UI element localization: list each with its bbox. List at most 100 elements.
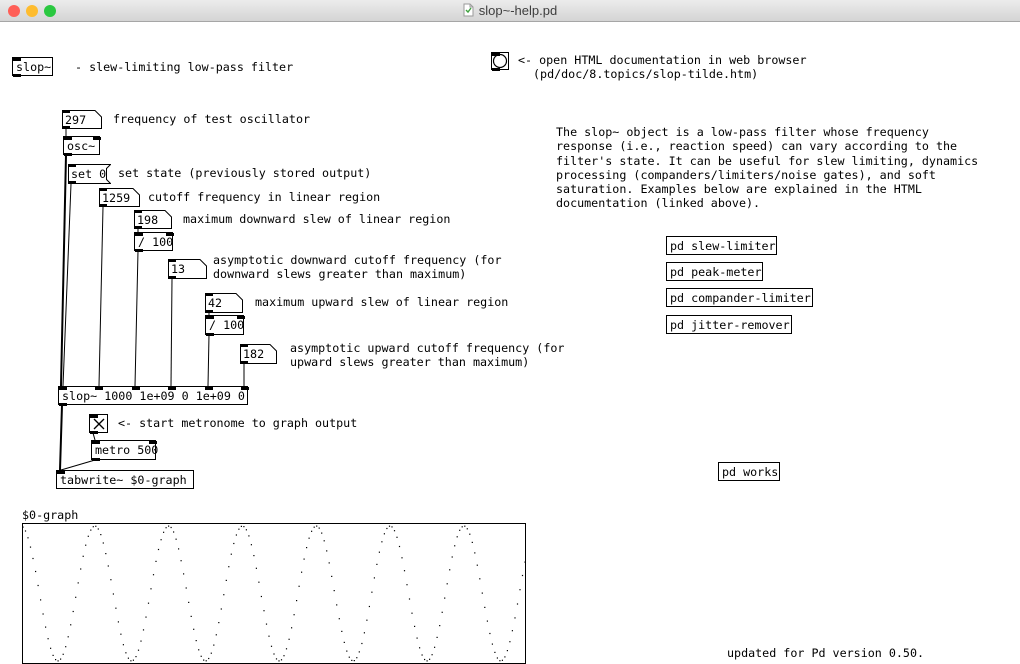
pd-patch-window: slop~-help.pd slop~ 297 osc~ set 0 1259 198 / … [0,0,1020,664]
up-asymptotic-comment: asymptotic upward cutoff frequency (foru… [290,341,564,370]
inlet-nub[interactable] [205,387,213,390]
down-asymptotic-comment: asymptotic downward cutoff frequency (fo… [213,253,502,282]
outlet-nub[interactable] [64,153,72,156]
comment-line: (pd/doc/8.topics/slop-tilde.htm) [533,67,758,81]
max-downward-slew-number-box[interactable]: 198 [134,210,172,229]
inlet-nub[interactable] [168,387,176,390]
inlet-nub[interactable] [134,210,142,213]
outlet-nub[interactable] [135,249,143,252]
outlet-nub[interactable] [13,74,21,77]
cutoff-frequency-number-box[interactable]: 1259 [99,188,140,207]
comment-line: cutoff frequency in linear region [148,190,380,204]
comment-line: set state (previously stored output) [118,166,371,180]
inlet-nub[interactable] [166,233,174,236]
box-label: 182 [243,347,264,361]
tabwrite-object[interactable]: tabwrite~ $0-graph [56,470,194,489]
inlet-nub[interactable] [13,58,21,61]
box-label: pd peak-meter [670,265,761,279]
pd-peak-meter-object[interactable]: pd peak-meter [666,262,763,281]
outlet-nub[interactable] [206,333,214,336]
inlet-nub[interactable] [99,188,107,191]
inlet-nub[interactable] [135,233,143,236]
box-label: slop~ 1000 1e+09 0 1e+09 0 [62,389,245,403]
down-asymptotic-number-box[interactable]: 13 [168,259,207,279]
outlet-nub[interactable] [62,126,70,129]
inlet-nub[interactable] [206,316,214,319]
box-label: pd slew-limiter [670,239,776,253]
osc-object[interactable]: osc~ [63,136,100,155]
inlet-nub[interactable] [59,387,67,390]
waveform-plot [23,524,525,663]
slop-main-object[interactable]: slop~ 1000 1e+09 0 1e+09 0 [58,386,248,405]
max-down-slew-comment: maximum downward slew of linear region [183,212,450,226]
outlet-nub[interactable] [99,204,107,207]
outlet-nub[interactable] [240,361,248,364]
inlet-nub[interactable] [57,471,65,474]
inlet-nub[interactable] [205,293,213,296]
inlet-nub[interactable] [241,387,249,390]
signal-cord [60,405,62,470]
box-label: slop~ [16,60,51,74]
comment-line: - slew-limiting low-pass filter [75,60,293,74]
pd-slew-limiter-object[interactable]: pd slew-limiter [666,236,777,255]
outlet-nub[interactable] [168,276,176,279]
test-oscillator-comment: frequency of test oscillator [113,112,310,126]
array-graph[interactable] [22,523,526,664]
outlet-nub[interactable] [205,310,213,313]
inlet-nub[interactable] [92,441,100,444]
max-upward-slew-number-box[interactable]: 42 [205,293,243,313]
metro-object[interactable]: metro 500 [91,440,156,460]
inlet-nub[interactable] [95,387,103,390]
inlet-nub[interactable] [68,164,76,167]
docs-path-comment: (pd/doc/8.topics/slop-tilde.htm) [533,67,758,81]
comment-line: filter's state. It can be useful for sle… [556,154,978,168]
comment-line: response (i.e., reaction speed) can vary… [556,139,978,153]
outlet-nub[interactable] [92,458,100,461]
message-cord [208,335,209,386]
pd-jitter-remover-object[interactable]: pd jitter-remover [666,315,792,334]
inlet-nub[interactable] [237,316,245,319]
box-label: pd works [722,465,778,479]
outlet-nub[interactable] [134,226,142,229]
box-label: / 100 [138,235,173,249]
box-label: set 0 [71,167,106,181]
inlet-nub[interactable] [90,415,98,418]
comment-line: maximum downward slew of linear region [183,212,450,226]
divide-100-up-object[interactable]: / 100 [205,315,244,335]
box-label: metro 500 [95,443,158,457]
comment-line: The slop~ object is a low-pass filter wh… [556,125,978,139]
window-titlebar: slop~-help.pd [0,0,1020,22]
box-label: osc~ [67,139,95,153]
graph-array-label: $0-graph [22,508,78,522]
slop-reference-object[interactable]: slop~ [12,57,53,76]
up-asymptotic-number-box[interactable]: 182 [240,344,277,364]
test-frequency-number-box[interactable]: 297 [62,110,102,129]
pd-compander-limiter-object[interactable]: pd compander-limiter [666,288,813,307]
outlet-nub[interactable] [68,181,76,184]
version-comment: updated for Pd version 0.50. [727,646,924,660]
box-label: pd compander-limiter [670,291,811,305]
set-state-message[interactable]: set 0 [68,164,111,184]
inlet-nub[interactable] [93,137,101,140]
inlet-nub[interactable] [240,344,248,347]
max-up-slew-comment: maximum upward slew of linear region [255,295,508,309]
comment-line: <- start metronome to graph output [118,416,357,430]
comment-line: updated for Pd version 0.50. [727,646,924,660]
divide-100-down-object[interactable]: / 100 [134,232,173,251]
open-docs-bang[interactable] [491,52,509,70]
outlet-nub[interactable] [90,431,98,434]
inlet-nub[interactable] [149,441,157,444]
outlet-nub[interactable] [59,403,67,406]
inlet-nub[interactable] [62,110,70,113]
box-label: 1259 [102,191,130,205]
inlet-nub[interactable] [168,259,176,262]
comment-line: frequency of test oscillator [113,112,310,126]
outlet-nub[interactable] [492,68,500,71]
message-cord [93,433,95,440]
comment-line: upward slews greater than maximum) [290,355,564,369]
metro-toggle[interactable] [89,414,108,433]
pd-works-object[interactable]: pd works [718,462,780,481]
inlet-nub[interactable] [492,53,500,56]
inlet-nub[interactable] [64,137,72,140]
inlet-nub[interactable] [132,387,140,390]
